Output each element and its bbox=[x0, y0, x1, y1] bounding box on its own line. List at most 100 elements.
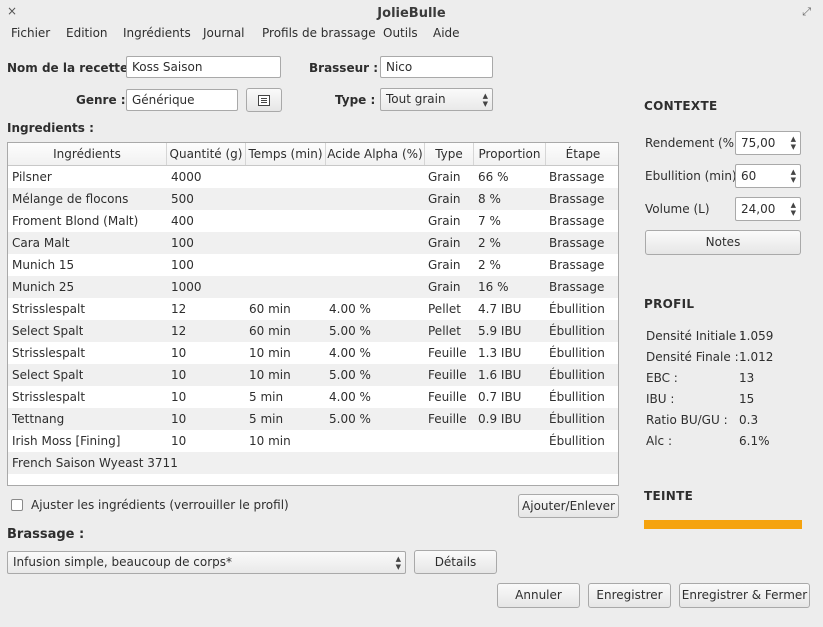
cell-acide: 5.00 % bbox=[329, 412, 371, 426]
cell-acide: 5.00 % bbox=[329, 324, 371, 338]
cell-ingredient: Strisslespalt bbox=[12, 302, 86, 316]
notes-button[interactable]: Notes bbox=[645, 230, 801, 255]
menu-ingredients[interactable]: Ingrédients bbox=[123, 26, 191, 40]
cell-type: Feuille bbox=[428, 368, 467, 382]
menu-aide[interactable]: Aide bbox=[433, 26, 460, 40]
cell-ingredient: Munich 15 bbox=[12, 258, 75, 272]
spin-arrows-icon[interactable]: ▲ ▼ bbox=[791, 201, 796, 217]
profil-title: PROFIL bbox=[644, 297, 695, 311]
cell-etape: Ébullition bbox=[549, 412, 605, 426]
menu-edition[interactable]: Edition bbox=[66, 26, 108, 40]
cell-ingredient: Froment Blond (Malt) bbox=[12, 214, 139, 228]
ebullition-label: Ebullition (min) bbox=[645, 169, 737, 183]
table-row[interactable]: French Saison Wyeast 3711 bbox=[8, 452, 618, 474]
cell-quantite: 10 bbox=[171, 434, 187, 448]
cell-ingredient: Strisslespalt bbox=[12, 346, 86, 360]
table-row[interactable]: Select Spalt 10 10 min 5.00 % Feuille 1.6 IBU… bbox=[8, 364, 618, 386]
menu-profils[interactable]: Profils de brassage bbox=[262, 26, 376, 40]
teinte-title: TEINTE bbox=[644, 489, 694, 503]
rendement-spinbox[interactable]: 75,00 ▲ ▼ bbox=[735, 131, 801, 155]
cell-type: Grain bbox=[428, 214, 461, 228]
header-etape[interactable]: Étape bbox=[546, 143, 618, 165]
cell-etape: Brassage bbox=[549, 170, 605, 184]
profil-value: 6.1% bbox=[739, 434, 770, 448]
save-close-button[interactable]: Enregistrer & Fermer bbox=[679, 583, 810, 608]
lock-profile-checkbox[interactable] bbox=[11, 499, 23, 511]
profil-label: EBC : bbox=[646, 371, 678, 385]
cell-ingredient: Select Spalt bbox=[12, 324, 84, 338]
table-row[interactable]: Strisslespalt 12 60 min 4.00 % Pellet 4.7 IBU… bbox=[8, 298, 618, 320]
cell-proportion: 1.3 IBU bbox=[478, 346, 522, 360]
menu-outils[interactable]: Outils bbox=[383, 26, 418, 40]
table-header: Ingrédients Quantité (g) Temps (min) Aci… bbox=[8, 143, 618, 166]
cancel-button[interactable]: Annuler bbox=[497, 583, 580, 608]
cell-proportion: 1.6 IBU bbox=[478, 368, 522, 382]
header-acide-alpha[interactable]: Acide Alpha (%) bbox=[326, 143, 425, 165]
cell-quantite: 12 bbox=[171, 324, 187, 338]
save-button[interactable]: Enregistrer bbox=[588, 583, 671, 608]
spin-arrows-icon[interactable]: ▲ ▼ bbox=[791, 135, 796, 151]
recipe-name-input[interactable]: Koss Saison bbox=[126, 56, 281, 78]
ingredients-table[interactable]: Ingrédients Quantité (g) Temps (min) Aci… bbox=[7, 142, 619, 486]
profil-label: IBU : bbox=[646, 392, 675, 406]
maximize-icon[interactable]: ⤢ bbox=[802, 5, 811, 19]
table-row[interactable]: Munich 25 1000 Grain 16 % Brassage bbox=[8, 276, 618, 298]
menu-fichier[interactable]: Fichier bbox=[11, 26, 50, 40]
cell-quantite: 4000 bbox=[171, 170, 202, 184]
cell-ingredient: French Saison Wyeast 3711 bbox=[12, 456, 178, 470]
cell-quantite: 12 bbox=[171, 302, 187, 316]
brassage-profile-select[interactable]: Infusion simple, beaucoup de corps* ▲ ▼ bbox=[7, 551, 406, 574]
ebullition-spinbox[interactable]: 60 ▲ ▼ bbox=[735, 164, 801, 188]
add-remove-button[interactable]: Ajouter/Enlever bbox=[518, 494, 619, 518]
header-type[interactable]: Type bbox=[425, 143, 474, 165]
genre-list-button[interactable] bbox=[246, 88, 282, 112]
volume-value: 24,00 bbox=[741, 202, 776, 216]
table-row[interactable]: Select Spalt 12 60 min 5.00 % Pellet 5.9 IBU É… bbox=[8, 320, 618, 342]
cell-quantite: 10 bbox=[171, 346, 187, 360]
cell-proportion: 4.7 IBU bbox=[478, 302, 522, 316]
volume-spinbox[interactable]: 24,00 ▲ ▼ bbox=[735, 197, 801, 221]
table-row[interactable]: Froment Blond (Malt) 400 Grain 7 % Brassage bbox=[8, 210, 618, 232]
cell-quantite: 100 bbox=[171, 236, 194, 250]
brewer-input[interactable]: Nico bbox=[380, 56, 493, 78]
table-row[interactable]: Munich 15 100 Grain 2 % Brassage bbox=[8, 254, 618, 276]
profil-value: 1.012 bbox=[739, 350, 774, 364]
header-quantite[interactable]: Quantité (g) bbox=[167, 143, 246, 165]
header-ingredients[interactable]: Ingrédients bbox=[8, 143, 167, 165]
table-row[interactable]: Mélange de flocons 500 Grain 8 % Brassage bbox=[8, 188, 618, 210]
spin-arrows-icon[interactable]: ▲ ▼ bbox=[791, 168, 796, 184]
table-row[interactable]: Strisslespalt 10 10 min 4.00 % Feuille 1.3 IB… bbox=[8, 342, 618, 364]
cell-etape: Ébullition bbox=[549, 302, 605, 316]
cell-ingredient: Mélange de flocons bbox=[12, 192, 129, 206]
table-row[interactable]: Strisslespalt 10 5 min 4.00 % Feuille 0.7 IBU… bbox=[8, 386, 618, 408]
cell-quantite: 400 bbox=[171, 214, 194, 228]
ebullition-value: 60 bbox=[741, 169, 757, 183]
cell-etape: Brassage bbox=[549, 236, 605, 250]
table-row[interactable]: Pilsner 4000 Grain 66 % Brassage bbox=[8, 166, 618, 188]
color-swatch bbox=[644, 520, 802, 529]
table-row[interactable]: Cara Malt 100 Grain 2 % Brassage bbox=[8, 232, 618, 254]
header-proportion[interactable]: Proportion bbox=[474, 143, 546, 165]
cell-quantite: 1000 bbox=[171, 280, 202, 294]
cell-quantite: 10 bbox=[171, 412, 187, 426]
type-select[interactable]: Tout grain ▲ ▼ bbox=[380, 88, 493, 111]
cell-proportion: 5.9 IBU bbox=[478, 324, 522, 338]
table-row[interactable]: Irish Moss [Fining] 10 10 min Ébullition bbox=[8, 430, 618, 452]
cell-quantite: 10 bbox=[171, 368, 187, 382]
cell-temps: 60 min bbox=[249, 324, 291, 338]
cell-proportion: 0.9 IBU bbox=[478, 412, 522, 426]
cell-proportion: 2 % bbox=[478, 236, 501, 250]
cell-proportion: 0.7 IBU bbox=[478, 390, 522, 404]
details-button[interactable]: Détails bbox=[414, 550, 497, 574]
cell-temps: 10 min bbox=[249, 434, 291, 448]
table-row[interactable]: Tettnang 10 5 min 5.00 % Feuille 0.9 IBU Ébull… bbox=[8, 408, 618, 430]
recipe-name-label: Nom de la recette : bbox=[7, 61, 138, 75]
cell-temps: 5 min bbox=[249, 412, 284, 426]
volume-label: Volume (L) bbox=[645, 202, 710, 216]
profil-label: Alc : bbox=[646, 434, 672, 448]
menu-journal[interactable]: Journal bbox=[203, 26, 245, 40]
cell-acide: 4.00 % bbox=[329, 390, 371, 404]
header-temps[interactable]: Temps (min) bbox=[246, 143, 326, 165]
profil-value: 1.059 bbox=[739, 329, 774, 343]
genre-input[interactable]: Générique bbox=[126, 89, 238, 111]
